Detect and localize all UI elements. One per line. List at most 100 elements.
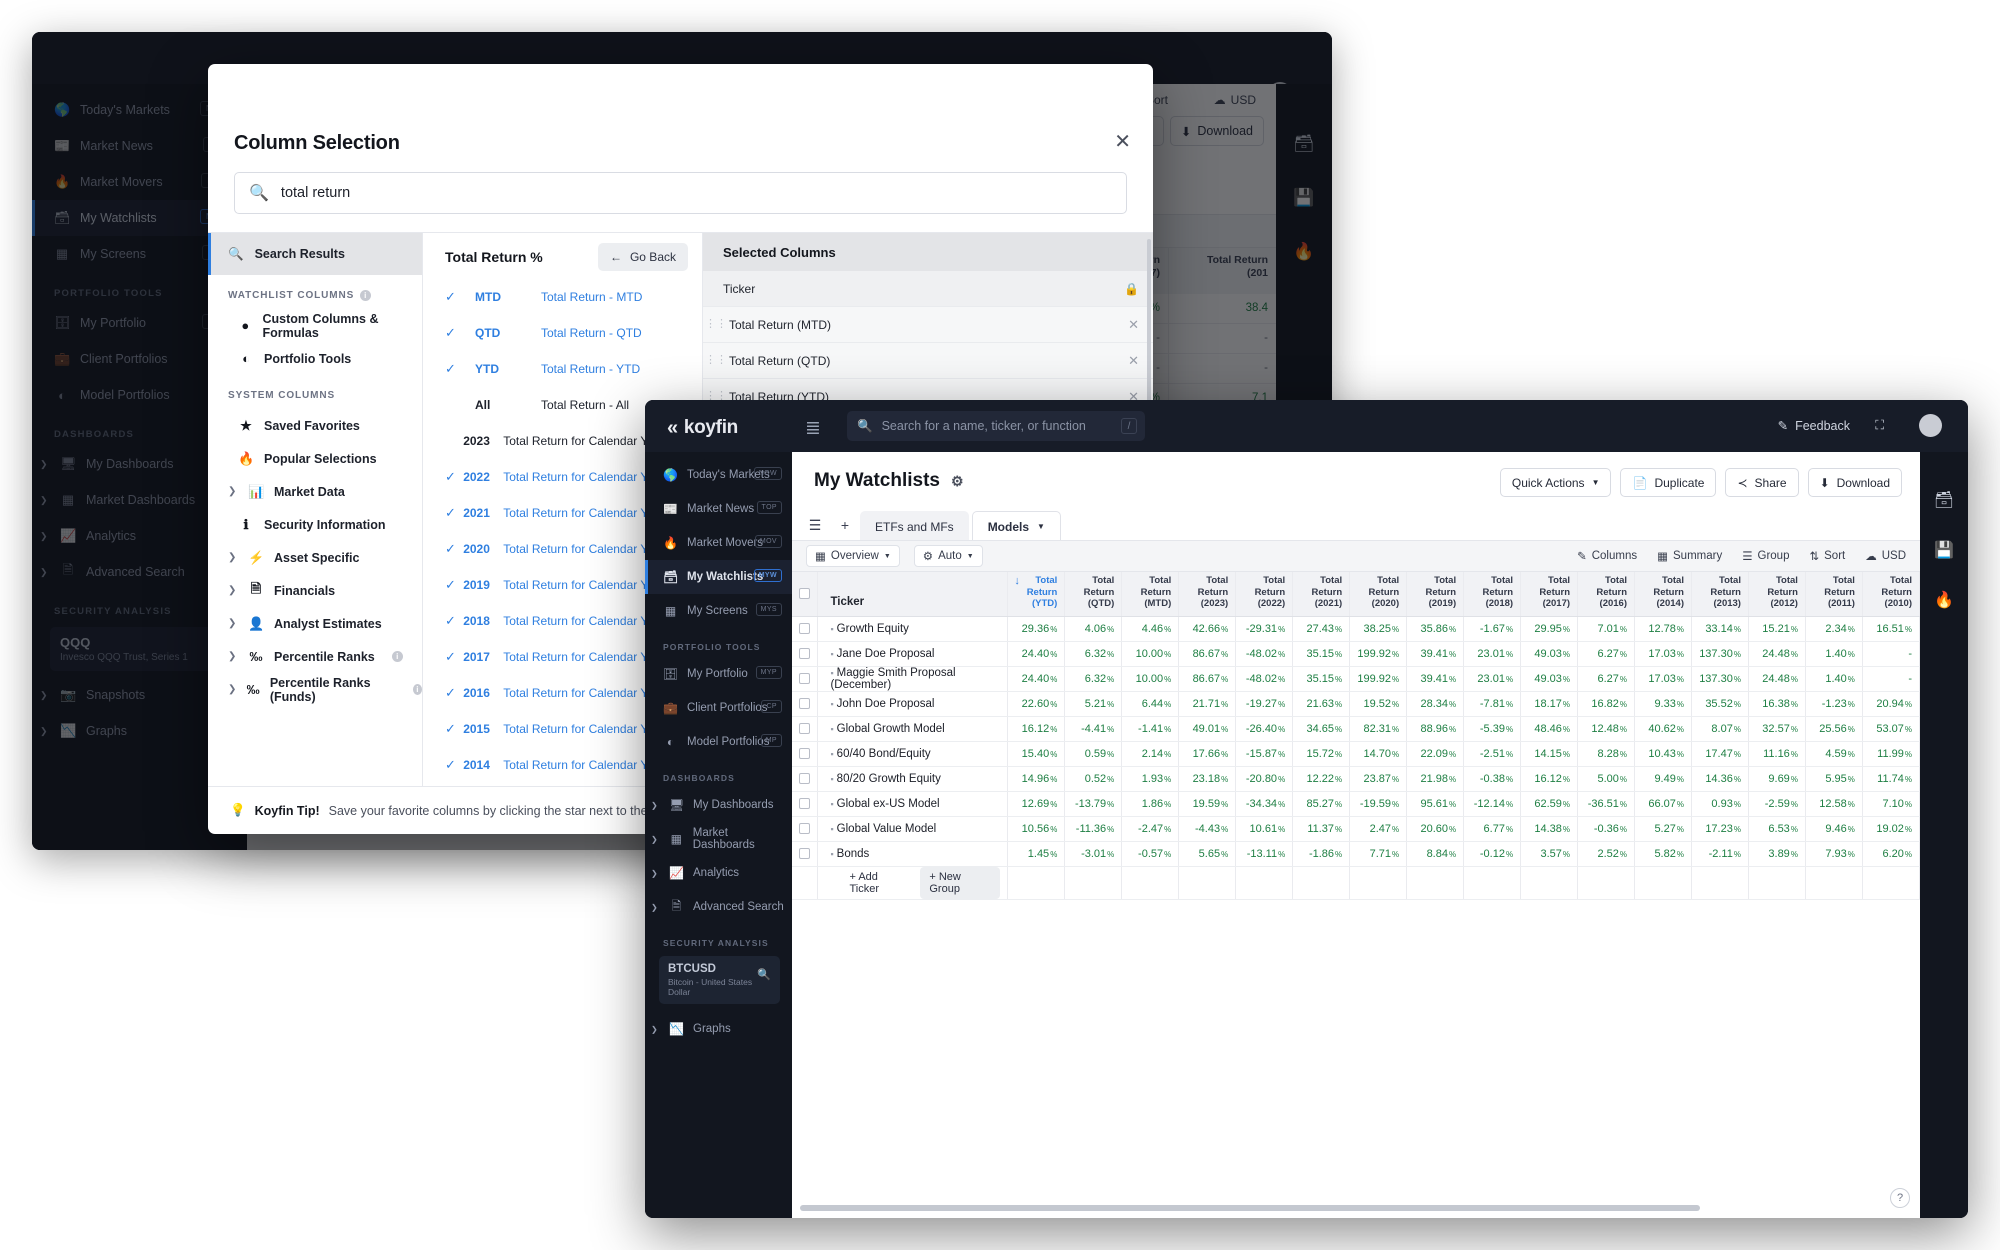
row-ticker[interactable]: ▪ John Doe Proposal [817,691,1009,717]
table-row[interactable]: ▪ John Doe Proposal 22.60% 5.21% 6.44% 21.71%… [792,691,1920,717]
tab-models[interactable]: Models ▼ [971,511,1061,542]
drag-handle-icon[interactable]: ⋮⋮ [703,319,729,330]
info-icon[interactable]: i [360,290,372,301]
info-icon[interactable]: i [412,684,422,695]
table-header-cell[interactable]: Total Return (MTD) [1121,572,1180,617]
remove-column-icon[interactable]: ✕ [1128,353,1139,369]
share-button[interactable]: ≺ Share [1725,468,1799,497]
tab-etfs-and-mfs[interactable]: ETFs and MFs [860,511,969,542]
remove-column-icon[interactable]: ✕ [1128,317,1139,333]
table-header-cell[interactable]: Total Return (2017) [1520,572,1579,617]
row-checkbox[interactable] [792,841,819,867]
auto-button[interactable]: ⚙ Auto ▼ [913,545,983,567]
add-tab-icon[interactable]: + [830,508,860,542]
row-ticker[interactable]: ▪ Bonds [817,841,1009,867]
category-percentile-ranks[interactable]: ❯ ‰ Percentile Ranks i [208,640,422,673]
row-checkbox[interactable] [792,641,819,667]
column-search-field[interactable]: 🔍 [234,172,1127,214]
table-header-cell[interactable]: Total Return (QTD) [1064,572,1123,617]
close-icon[interactable]: ✕ [1114,132,1131,152]
gear-icon[interactable]: ⚙ [951,473,964,490]
feedback-button[interactable]: ✎ Feedback [1778,418,1850,434]
row-ticker[interactable]: ▪ 60/40 Bond/Equity [817,741,1009,767]
category-security-information[interactable]: ℹ Security Information [208,508,422,541]
row-checkbox[interactable] [792,666,819,692]
column-option-row[interactable]: ✓ QTD Total Return - QTD [423,315,702,351]
koyfin-logo-foreground[interactable]: « koyfin [667,417,738,439]
save-rail-icon[interactable]: 💾 [1934,540,1954,560]
sidebar-item-market-movers[interactable]: 🔥 Market Movers MOV [645,526,792,560]
table-header-cell[interactable]: Total Return (2011) [1805,572,1863,617]
row-checkbox[interactable] [792,816,819,842]
category-search-results[interactable]: 🔍 Search Results [208,233,422,275]
add-ticker-button[interactable]: + Add Ticker [840,867,916,899]
table-row[interactable]: ▪ Global Value Model 10.56% -11.36% -2.47% -4… [792,816,1920,842]
sort-button[interactable]: ⇅ Sort [1809,549,1845,563]
sidebar-item-model-portfolios[interactable]: ◐ Model Portfolios MP [645,725,792,759]
group-button[interactable]: ☰ Group [1742,549,1789,563]
search-icon[interactable]: 🔍 [757,968,771,981]
sidebar-item-analytics[interactable]: ❯ 📈 Analytics [645,856,792,890]
watchlist-rail-icon[interactable]: 🗃 [1934,490,1954,510]
table-header-ticker[interactable]: Ticker [817,572,1009,617]
row-checkbox[interactable] [792,741,819,767]
row-checkbox[interactable] [792,691,819,717]
duplicate-button[interactable]: 📄 Duplicate [1620,468,1717,497]
table-row[interactable]: ▪ Global Growth Model 16.12% -4.41% -1.41% 49… [792,716,1920,742]
selected-column-row[interactable]: ⋮⋮ Total Return (QTD) ✕ [703,343,1153,379]
sidebar-item-graphs[interactable]: ❯ 📉 Graphs [645,1012,792,1046]
row-checkbox[interactable] [792,766,819,792]
columns-button[interactable]: ✎ Columns [1577,549,1637,563]
row-ticker[interactable]: ▪ Global ex-US Model [817,791,1009,817]
currency-button[interactable]: ☁ USD [1865,549,1906,563]
table-row[interactable]: ▪ Maggie Smith Proposal (December) 24.40% 6… [792,666,1920,692]
sidebar-item-my-dashboards[interactable]: ❯ 🖥 My Dashboards [645,788,792,822]
selected-column-row[interactable]: Ticker 🔒 [703,271,1153,307]
new-group-button[interactable]: + New Group [920,866,1001,899]
row-ticker[interactable]: ▪ 80/20 Growth Equity [817,766,1009,792]
table-header-cell[interactable]: Total Return (2016) [1577,572,1636,617]
quick-actions-button[interactable]: Quick Actions ▼ [1499,468,1612,497]
table-header-cell[interactable]: Total Return (2021) [1292,572,1351,617]
category-asset-specific[interactable]: ❯ ⚡ Asset Specific [208,541,422,574]
row-ticker[interactable]: ▪ Maggie Smith Proposal (December) [817,666,1009,692]
flame-rail-icon[interactable]: 🔥 [1934,590,1954,610]
table-header-cell[interactable]: Total Return (2020) [1349,572,1408,617]
category-popular-selections[interactable]: 🔥 Popular Selections [208,442,422,475]
download-button[interactable]: ⬇ Download [1807,468,1902,497]
watchlist-table-container[interactable]: Ticker ↓ Total Return (YTD) Total Return (QTD) T… [792,572,1920,1218]
category-percentile-ranks-funds[interactable]: ❯ ‰ Percentile Ranks (Funds) i [208,673,422,706]
tab-list-icon[interactable]: ☰ [800,508,830,542]
sidebar-item-market-news[interactable]: 📰 Market News TOP [645,492,792,526]
avatar[interactable] [1919,414,1942,437]
fullscreen-icon[interactable]: ⛶ [1875,418,1884,433]
collapse-sidebar-icon[interactable]: ≣ [805,417,821,440]
table-header-cell[interactable]: Total Return (2013) [1691,572,1749,617]
selected-column-row[interactable]: ⋮⋮ Total Return (MTD) ✕ [703,307,1153,343]
category-saved-favorites[interactable]: ★ Saved Favorites [208,409,422,442]
table-row[interactable]: ▪ 60/40 Bond/Equity 15.40% 0.59% 2.14% 17.66%… [792,741,1920,767]
table-header-cell[interactable]: Total Return (2014) [1634,572,1692,617]
category-financials[interactable]: ❯ 🗎 Financials [208,574,422,607]
column-option-row[interactable]: ✓ MTD Total Return - MTD [423,279,702,315]
row-ticker[interactable]: ▪ Growth Equity [817,616,1009,642]
drag-handle-icon[interactable]: ⋮⋮ [703,355,729,366]
row-ticker[interactable]: ▪ Global Value Model [817,816,1009,842]
row-checkbox[interactable] [792,791,819,817]
row-checkbox[interactable] [792,616,819,642]
row-ticker[interactable]: ▪ Global Growth Model [817,716,1009,742]
table-header-cell[interactable]: Total Return (2010) [1862,572,1920,617]
sidebar-item-client-portfolios[interactable]: 💼 Client Portfolios CP [645,691,792,725]
category-market-data[interactable]: ❯ 📊 Market Data [208,475,422,508]
go-back-button[interactable]: ← Go Back [597,243,688,271]
sidebar-item-my-watchlists[interactable]: 🗃 My Watchlists MYW [645,560,792,594]
table-header-cell[interactable]: Total Return (2023) [1178,572,1237,617]
table-row[interactable]: ▪ Bonds 1.45% -3.01% -0.57% 5.65% -13.11% -1.86… [792,841,1920,867]
row-checkbox[interactable] [792,716,819,742]
chevron-down-icon[interactable]: ▼ [1037,522,1045,531]
sidebar-item-market-dashboards[interactable]: ❯ ▦ Market Dashboards [645,822,792,856]
table-header-cell[interactable]: Total Return (2018) [1463,572,1522,617]
table-row[interactable]: ▪ Growth Equity 29.36% 4.06% 4.46% 42.66% -29.… [792,616,1920,642]
sidebar-item-todays-markets[interactable]: 🌎 Today's Markets NOW [645,458,792,492]
table-header-cell[interactable]: Total Return (2012) [1748,572,1806,617]
